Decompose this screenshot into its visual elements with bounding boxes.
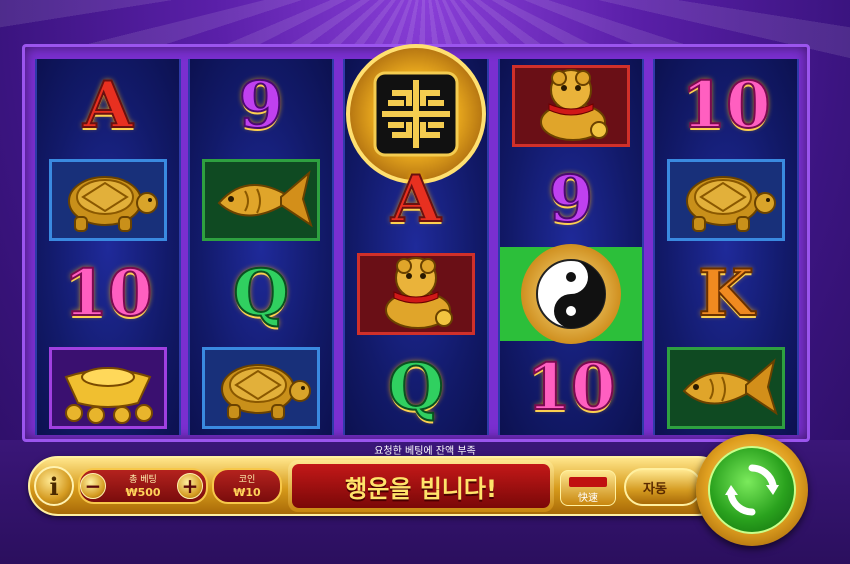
spin-button[interactable] xyxy=(696,434,808,546)
foo-dog-icon xyxy=(357,253,475,335)
reel-1-cell-4 xyxy=(37,341,179,435)
coin-label: 코인 xyxy=(238,475,256,485)
reel-4-cell-2: 9 xyxy=(500,153,642,247)
quick-spin-label: 快速 xyxy=(578,493,598,504)
symbol-q: Q xyxy=(232,256,290,331)
reel-3-cell-4: Q xyxy=(345,341,487,435)
symbol-10: 10 xyxy=(62,256,153,331)
symbol-a: A xyxy=(390,162,442,237)
reel-3: A Q xyxy=(343,44,489,435)
minus-icon: − xyxy=(84,474,102,498)
refresh-icon xyxy=(725,464,779,516)
reel-2-cell-4 xyxy=(190,341,332,435)
reel-2-cell-3: Q xyxy=(190,247,332,341)
reel-2-cell-2 xyxy=(190,153,332,247)
symbol-10: 10 xyxy=(680,68,771,143)
total-bet-label: 총 베팅 xyxy=(129,475,157,485)
reel-2-cell-1: 9 xyxy=(190,59,332,153)
reel-2: 9 Q xyxy=(188,59,334,435)
reel-4: 9 10 xyxy=(498,59,644,435)
symbol-9: 9 xyxy=(548,162,595,237)
turtle-icon xyxy=(667,159,785,241)
turtle-icon xyxy=(202,347,320,429)
info-button[interactable]: i xyxy=(34,466,74,506)
reel-4-cell-4: 10 xyxy=(500,341,642,435)
reel-5-cell-2 xyxy=(655,153,797,247)
total-bet-value: ₩500 xyxy=(125,486,161,499)
reel-1-cell-3: 10 xyxy=(37,247,179,341)
increase-bet-button[interactable]: + xyxy=(177,473,203,499)
quick-spin-indicator xyxy=(569,477,607,487)
gold-ingot-icon xyxy=(49,347,167,429)
reel-5-cell-3: K xyxy=(655,247,797,341)
reel-1-cell-1: A xyxy=(37,59,179,153)
plus-icon: + xyxy=(181,474,199,498)
autoplay-label: 자동 xyxy=(643,481,667,497)
symbol-q: Q xyxy=(387,350,445,425)
reel-3-cell-3 xyxy=(345,247,487,341)
spin-inner xyxy=(708,446,796,534)
reel-4-cell-1 xyxy=(500,59,642,153)
reel-5-cell-1: 10 xyxy=(655,59,797,153)
banner-text: 행운을 빕니다! xyxy=(292,464,550,508)
symbol-9: 9 xyxy=(238,68,285,143)
good-luck-banner: 행운을 빕니다! xyxy=(288,460,554,512)
reel-4-cell-3 xyxy=(500,244,642,344)
decrease-bet-button[interactable]: − xyxy=(80,473,106,499)
symbol-a: A xyxy=(82,68,134,143)
reels-frame: A 10 9 Q A Q 9 10 10 K xyxy=(22,44,810,442)
info-icon: i xyxy=(49,471,59,501)
quick-spin-toggle[interactable]: 快速 xyxy=(560,470,616,506)
yin-yang-icon xyxy=(521,244,621,344)
foo-dog-icon xyxy=(512,65,630,147)
koi-fish-icon xyxy=(202,159,320,241)
reel-1-cell-2 xyxy=(37,153,179,247)
autoplay-button[interactable]: 자동 xyxy=(624,468,702,506)
coin-value-panel[interactable]: 코인 ₩10 xyxy=(212,468,282,504)
symbol-k: K xyxy=(697,256,755,331)
reel-1: A 10 xyxy=(35,59,181,435)
turtle-icon xyxy=(49,159,167,241)
reel-5: 10 K xyxy=(653,59,799,435)
koi-fish-icon xyxy=(667,347,785,429)
reel-5-cell-4 xyxy=(655,341,797,435)
coin-value: ₩10 xyxy=(233,486,261,499)
reel-3-cell-2: A xyxy=(345,153,487,247)
symbol-10: 10 xyxy=(525,350,616,425)
